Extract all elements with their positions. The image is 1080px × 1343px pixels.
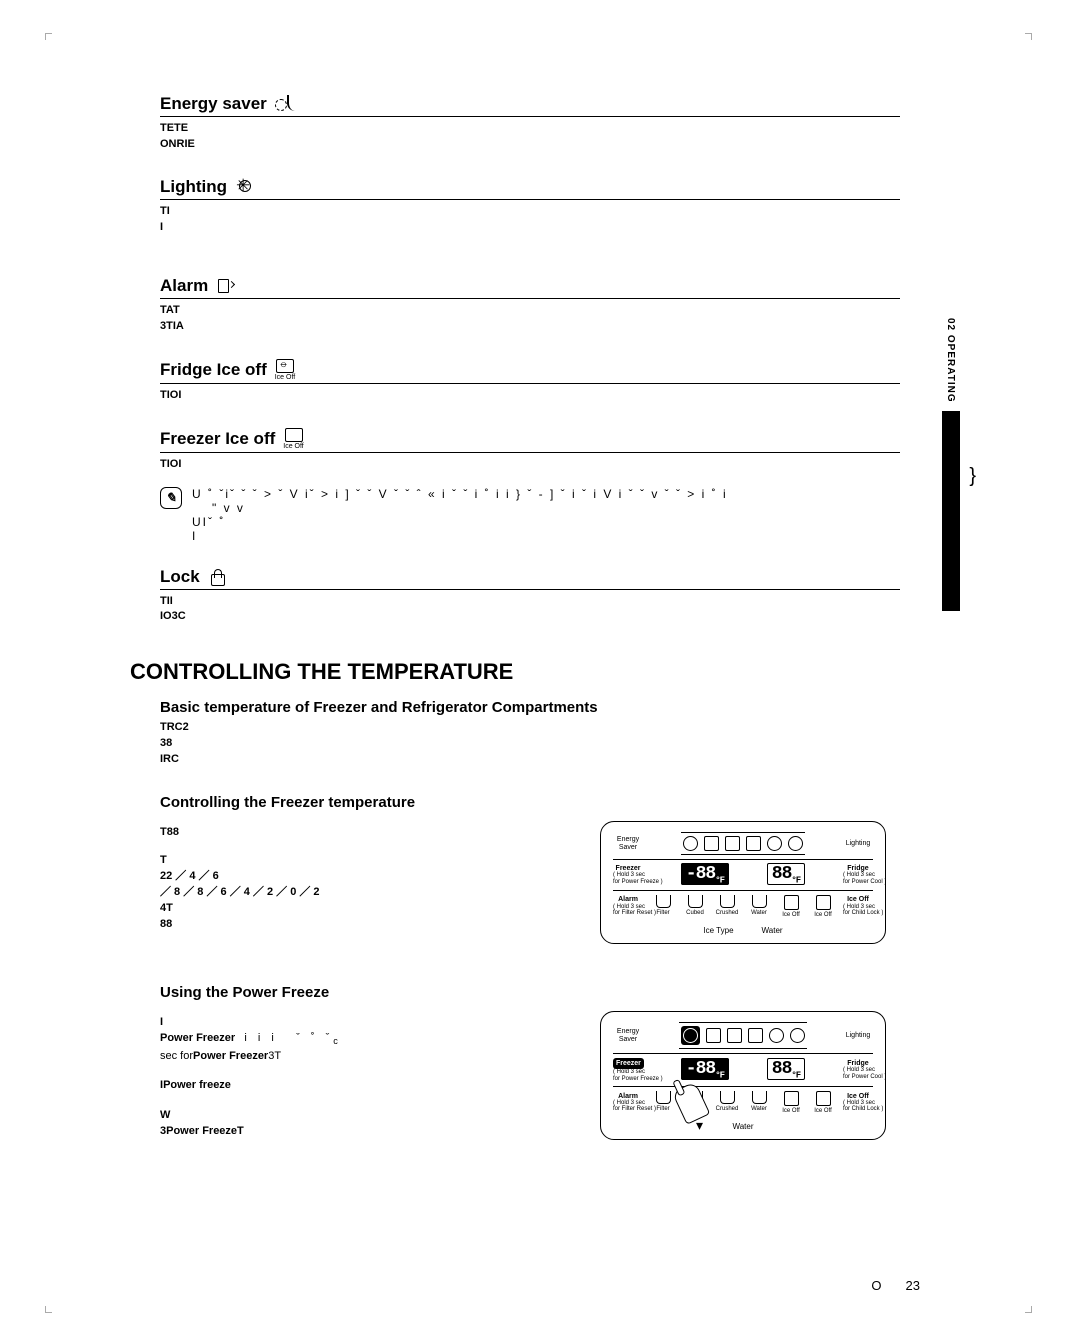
power-freeze-heading: Using the Power Freeze xyxy=(160,984,900,1001)
water-button-label: Water xyxy=(762,926,783,935)
crop-mark xyxy=(1025,33,1032,40)
basic-temp-body: TRC2 38 IRC xyxy=(160,720,900,768)
ice-off-icon: Ice Off xyxy=(283,428,304,450)
note-icon: ✎ xyxy=(160,487,182,509)
lock-icon xyxy=(746,836,761,851)
energy-saver-icon xyxy=(275,95,295,113)
brace-glyph: } xyxy=(969,465,976,488)
page-number: 23 xyxy=(906,1278,920,1293)
freezer-ice-off-heading: Freezer Ice off Ice Off xyxy=(160,428,900,453)
freezer-temp-heading: Controlling the Freezer temperature xyxy=(160,794,900,811)
water-button-label: Water xyxy=(732,1122,753,1131)
energy-saver-body: TETE ONRIE xyxy=(160,121,900,153)
speaker-icon xyxy=(725,836,740,851)
basic-temp-heading: Basic temperature of Freezer and Refrige… xyxy=(160,699,900,716)
fridge-ice-off-heading: Fridge Ice off Ice Off xyxy=(160,359,900,384)
ice-off-icon xyxy=(816,1091,831,1106)
lighting-icon xyxy=(235,178,255,196)
fridge-ice-off-body: TIOI xyxy=(160,388,900,404)
lighting-body: TI I xyxy=(160,204,900,236)
controlling-temperature-heading: CONTROLLING THE TEMPERATURE xyxy=(130,659,1030,685)
page-footer: O 23 xyxy=(871,1278,920,1293)
plug-icon xyxy=(704,836,719,851)
lock-icon xyxy=(208,568,228,586)
energy-icon xyxy=(683,836,698,851)
lock-body: TII IO3C xyxy=(160,594,900,626)
alarm-body: TAT 3TIA xyxy=(160,303,900,335)
ice-off-icon xyxy=(784,1091,799,1106)
ice-off-note: ✎ U ˚ ˇiˇ ˇ ˇ > ˇ V iˇ > i ] ˇ ˇ V ˇ ˇ ˆ… xyxy=(160,487,900,543)
freezer-ice-off-body: TIOI xyxy=(160,457,900,473)
filter-icon xyxy=(788,836,803,851)
crushed-ice-icon xyxy=(720,895,735,908)
filter-icon xyxy=(790,1028,805,1043)
lighting-heading: Lighting xyxy=(160,177,900,200)
thumb-index-block xyxy=(942,411,960,611)
cubed-ice-icon xyxy=(688,895,703,908)
filter-icon xyxy=(656,1091,671,1104)
display-panel-power-freeze: Energy Saver Lighting Freez xyxy=(600,1011,886,1140)
filter-icon xyxy=(656,895,671,908)
energy-icon xyxy=(683,1028,698,1043)
ice-off-icon xyxy=(784,895,799,910)
power-freeze-body: I Power Freezer i i i ˇ ˚ ˇc sec forPowe… xyxy=(160,1015,560,1140)
sun-icon xyxy=(769,1028,784,1043)
lock-heading: Lock xyxy=(160,567,900,590)
ice-off-icon: Ice Off xyxy=(275,359,296,381)
crushed-ice-icon xyxy=(720,1091,735,1104)
section-tab: 02 OPERATING xyxy=(941,310,960,611)
display-panel-illustration: Energy Saver Lighting Freezer( Hold 3 se… xyxy=(600,821,886,944)
section-tab-label: 02 OPERATING xyxy=(941,310,960,411)
lock-icon xyxy=(748,1028,763,1043)
freezer-temp-body: T88 T 22 ／ 4 ／ 6 ／ 8 ／ 8 ／ 6 ／ 4 ／ 2 ／ 0… xyxy=(160,825,560,933)
sun-icon xyxy=(767,836,782,851)
alarm-icon xyxy=(216,277,236,295)
plug-icon xyxy=(706,1028,721,1043)
alarm-heading: Alarm xyxy=(160,276,900,299)
water-icon xyxy=(752,1091,767,1104)
water-icon xyxy=(752,895,767,908)
speaker-icon xyxy=(727,1028,742,1043)
arrow-down-icon: ▾ xyxy=(696,1117,703,1134)
crop-mark xyxy=(45,1306,52,1313)
crop-mark xyxy=(45,33,52,40)
energy-saver-heading: Energy saver xyxy=(160,94,900,117)
ice-off-icon xyxy=(816,895,831,910)
crop-mark xyxy=(1025,1306,1032,1313)
ice-type-button-label: Ice Type xyxy=(703,926,733,935)
